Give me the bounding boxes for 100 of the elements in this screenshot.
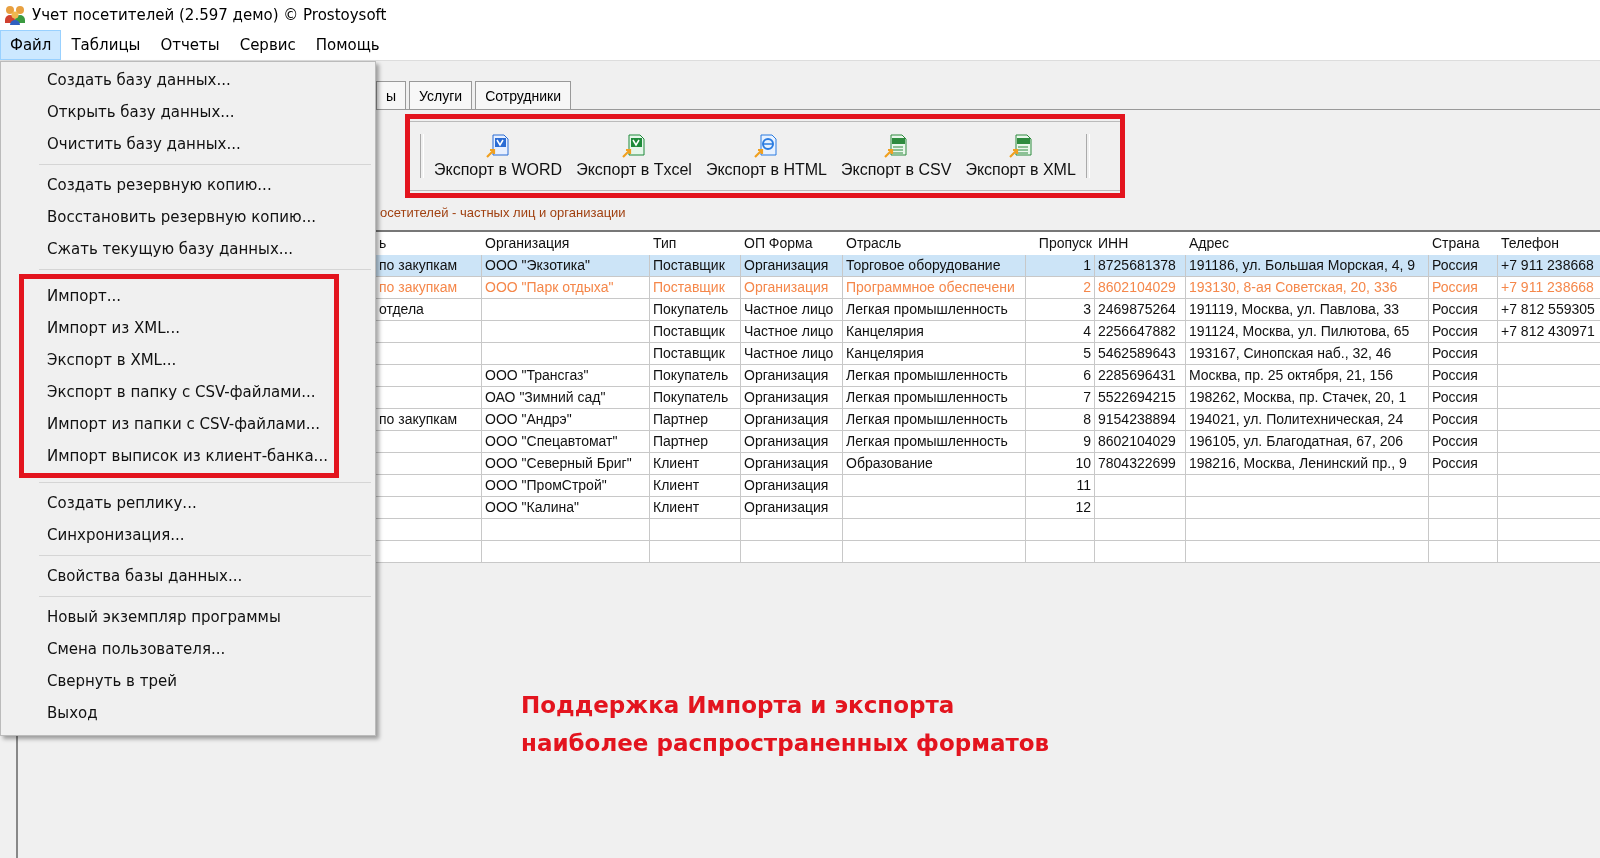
menu-bar-item[interactable]: Файл	[0, 30, 62, 60]
table-cell: Частное лицо	[741, 343, 843, 365]
menu-item[interactable]: Синхронизация...	[1, 519, 375, 551]
table-cell: Легкая промышленность	[843, 387, 1026, 409]
table-cell: Клиент	[650, 475, 741, 497]
table-cell: 12	[1026, 497, 1095, 519]
table-cell	[1026, 519, 1095, 541]
menu-item[interactable]: Импорт...	[24, 280, 334, 312]
menu-bar-item[interactable]: Таблицы	[61, 30, 151, 60]
table-cell: +7 911 238668	[1498, 255, 1600, 277]
table-cell: 11	[1026, 475, 1095, 497]
tab[interactable]: Услуги	[409, 81, 473, 109]
table-cell: Партнер	[650, 431, 741, 453]
table-cell: Организация	[741, 277, 843, 299]
menu-item[interactable]: Импорт из папки с CSV-файлами...	[24, 408, 334, 440]
table-cell: 5	[1026, 343, 1095, 365]
table-cell: 2285696431	[1095, 365, 1186, 387]
table-cell: Россия	[1429, 321, 1498, 343]
table-cell: ООО "Северный Бриг"	[482, 453, 650, 475]
table-cell: 7804322699	[1095, 453, 1186, 475]
table-cell: Организация	[741, 387, 843, 409]
table-cell: ООО "Спецавтомат"	[482, 431, 650, 453]
table-cell: 3	[1026, 299, 1095, 321]
table-cell: 191119, Москва, ул. Павлова, 33	[1186, 299, 1429, 321]
table-cell: по закупкам	[376, 255, 482, 277]
menu-item[interactable]: Восстановить резервную копию...	[1, 201, 375, 233]
table-cell: 7	[1026, 387, 1095, 409]
menu-item[interactable]: Новый экземпляр программы	[1, 601, 375, 633]
export-button[interactable]: Экспорт в XML	[961, 131, 1080, 181]
table-cell: Организация	[741, 255, 843, 277]
menu-item[interactable]: Открыть базу данных...	[1, 96, 375, 128]
menu-item[interactable]: Создать реплику...	[1, 487, 375, 519]
table-cell: Россия	[1429, 255, 1498, 277]
table-cell: 1	[1026, 255, 1095, 277]
table-cell: Частное лицо	[741, 321, 843, 343]
table-cell: ОАО "Зимний сад"	[482, 387, 650, 409]
table-cell: Россия	[1429, 343, 1498, 365]
menu-item[interactable]: Свернуть в трей	[1, 665, 375, 697]
menu-item[interactable]: Выход	[1, 697, 375, 729]
export-button[interactable]: Экспорт в HTML	[701, 131, 831, 181]
table-cell: Программное обеспечени	[843, 277, 1026, 299]
table-cell: 8602104029	[1095, 431, 1186, 453]
table-cell: Торговое оборудование	[843, 255, 1026, 277]
table-cell	[1429, 497, 1498, 519]
table-cell: Россия	[1429, 431, 1498, 453]
table-cell: +7 812 430971	[1498, 321, 1600, 343]
tab[interactable]: Сотрудники	[475, 81, 571, 109]
export-button[interactable]: Экспорт в CSV	[836, 131, 956, 181]
table-cell: Клиент	[650, 497, 741, 519]
table-cell: 9154238894	[1095, 409, 1186, 431]
table-cell: 194021, ул. Политехническая, 24	[1186, 409, 1429, 431]
table-cell: 6	[1026, 365, 1095, 387]
table-cell: Россия	[1429, 277, 1498, 299]
table-cell: 193167, Синопская наб., 32, 46	[1186, 343, 1429, 365]
menu-item[interactable]: Очистить базу данных...	[1, 128, 375, 160]
table-cell: Россия	[1429, 299, 1498, 321]
menu-item[interactable]: Свойства базы данных...	[1, 560, 375, 592]
table-cell: Клиент	[650, 453, 741, 475]
table-cell: Организация	[741, 431, 843, 453]
table-cell: 198216, Москва, Ленинский пр., 9	[1186, 453, 1429, 475]
table-cell: 191186, ул. Большая Морская, 4, 9	[1186, 255, 1429, 277]
table-cell: Легкая промышленность	[843, 409, 1026, 431]
table-cell: ООО "ПромСтрой"	[482, 475, 650, 497]
menu-item[interactable]: Создать резервную копию...	[1, 169, 375, 201]
table-cell: 2	[1026, 277, 1095, 299]
table-cell: Организация	[741, 475, 843, 497]
table-cell: Покупатель	[650, 365, 741, 387]
promo-text: Поддержка Импорта и экспорта	[521, 691, 956, 720]
menu-item[interactable]: Сжать текущую базу данных...	[1, 233, 375, 265]
table-cell: 10	[1026, 453, 1095, 475]
menu-item[interactable]: Импорт из XML...	[24, 312, 334, 344]
table-cell: Легкая промышленность	[843, 299, 1026, 321]
table-cell: 191124, Москва, ул. Пилютова, 65	[1186, 321, 1429, 343]
table-cell: 8	[1026, 409, 1095, 431]
menu-bar-item[interactable]: Отчеты	[150, 30, 230, 60]
table-cell: Покупатель	[650, 299, 741, 321]
table-cell: 5462589643	[1095, 343, 1186, 365]
menu-item[interactable]: Создать базу данных...	[1, 64, 375, 96]
menu-item[interactable]: Импорт выписок из клиент-банка...	[24, 440, 334, 472]
menu-item[interactable]: Экспорт в XML...	[24, 344, 334, 376]
table-cell	[1026, 541, 1095, 563]
table-cell: Легкая промышленность	[843, 365, 1026, 387]
menu-bar-item[interactable]: Помощь	[305, 30, 390, 60]
table-cell: Россия	[1429, 387, 1498, 409]
table-cell: Поставщик	[650, 277, 741, 299]
table-cell: Россия	[1429, 365, 1498, 387]
table-cell: Москва, пр. 25 октября, 21, 156	[1186, 365, 1429, 387]
export-file-icon	[883, 133, 910, 159]
table-cell: Организация	[741, 365, 843, 387]
table-cell: +7 911 238668	[1498, 277, 1600, 299]
table-cell: Россия	[1429, 453, 1498, 475]
menu-item[interactable]: Смена пользователя...	[1, 633, 375, 665]
menu-bar-item[interactable]: Сервис	[229, 30, 306, 60]
table-cell: 196105, ул. Благодатная, 67, 206	[1186, 431, 1429, 453]
export-button[interactable]: Экспорт в Txcel	[572, 131, 696, 181]
table-cell: Поставщик	[650, 343, 741, 365]
export-button[interactable]: Экспорт в WORD	[430, 131, 567, 181]
table-cell: Образование	[843, 453, 1026, 475]
tab[interactable]: ы	[376, 81, 407, 109]
menu-item[interactable]: Экспорт в папку с CSV-файлами...	[24, 376, 334, 408]
